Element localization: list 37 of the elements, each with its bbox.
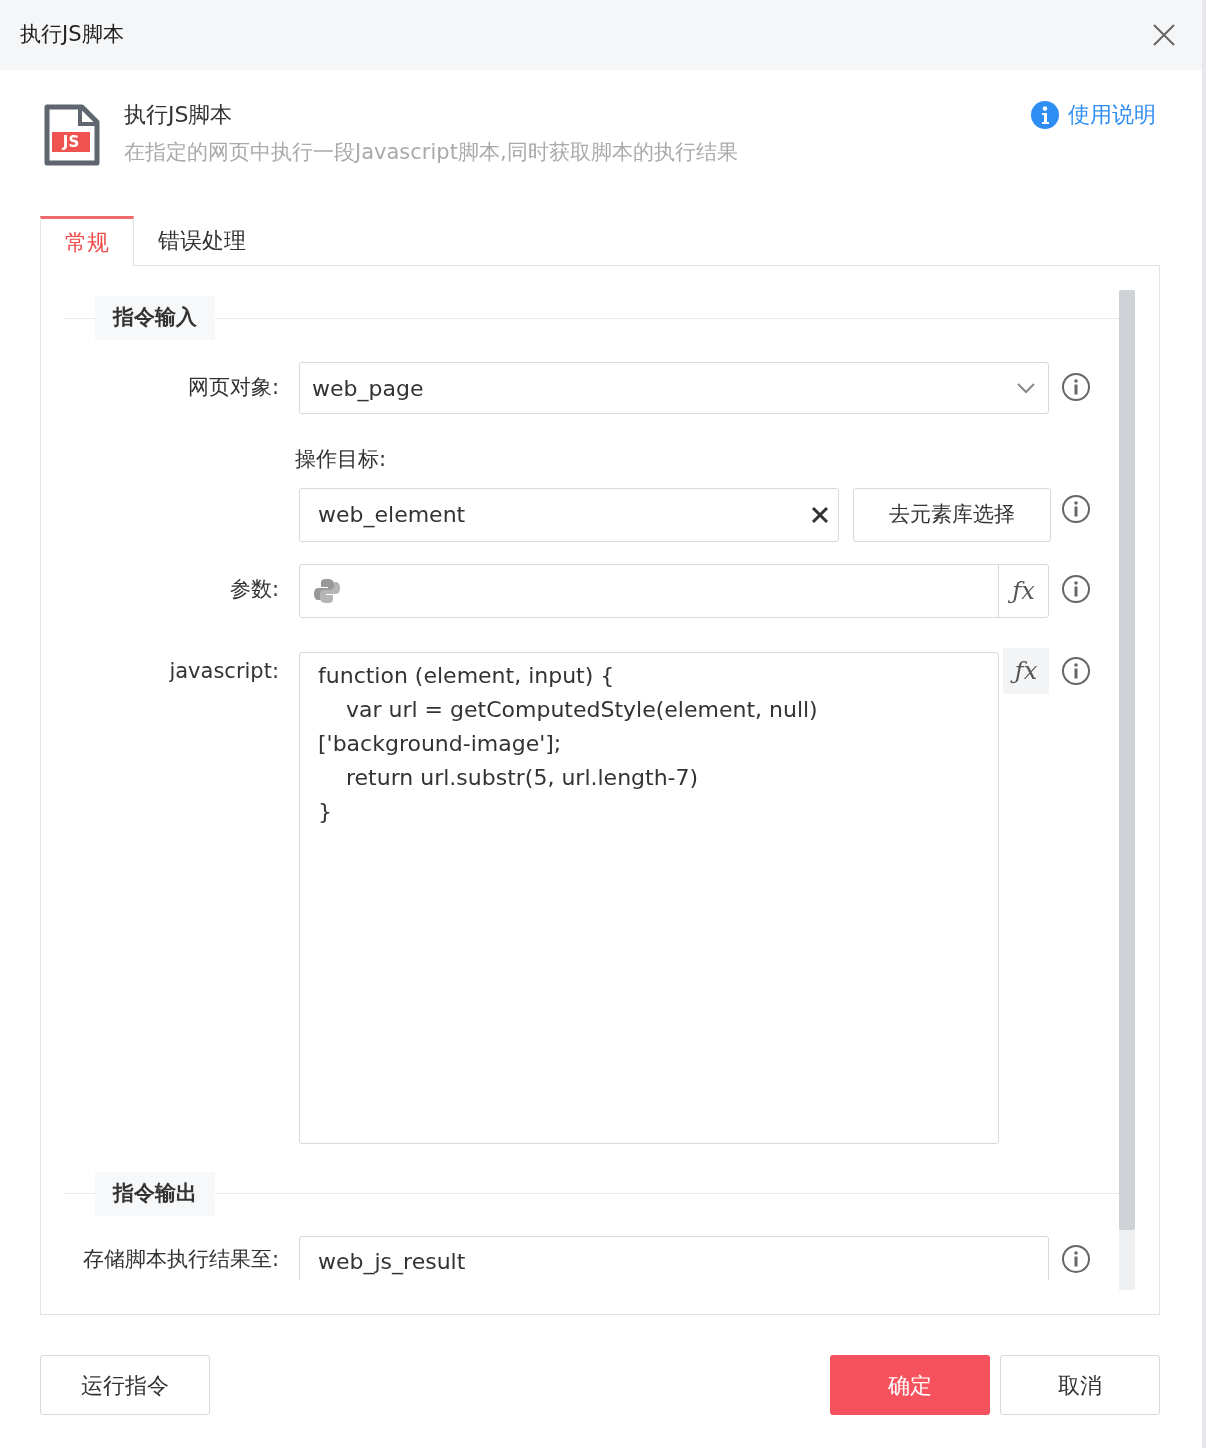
parameter-field[interactable]: ƒx bbox=[299, 563, 1049, 618]
clear-icon[interactable] bbox=[810, 504, 830, 525]
field-label: 网页对象: bbox=[187, 374, 279, 401]
js-file-icon: JS bbox=[44, 104, 100, 166]
info-icon bbox=[1061, 573, 1091, 604]
field-label: javascript: bbox=[169, 657, 279, 685]
code-line: var url = getComputedStyle(element, null) bbox=[344, 695, 819, 724]
cancel-button[interactable]: 取消 bbox=[1000, 1355, 1160, 1415]
info-icon bbox=[1030, 99, 1060, 130]
run-button[interactable]: 运行指令 bbox=[40, 1355, 210, 1415]
info-icon bbox=[1061, 494, 1091, 524]
formula-button[interactable]: ƒx bbox=[1003, 647, 1049, 694]
info-icon bbox=[1061, 372, 1091, 402]
code-line: function (element, input) { bbox=[318, 661, 616, 690]
info-icon bbox=[1061, 655, 1091, 686]
section-title: 指令输入 bbox=[95, 296, 215, 340]
chevron-down-icon bbox=[1016, 382, 1036, 394]
scrollbar[interactable] bbox=[1119, 290, 1135, 1290]
code-line: ['background-image']; bbox=[318, 729, 563, 758]
field-label: 参数: bbox=[229, 575, 279, 603]
target-field[interactable]: web_element bbox=[299, 487, 839, 542]
section-title: 指令输出 bbox=[95, 1171, 215, 1216]
field-label: 操作目标: bbox=[295, 446, 388, 473]
web-page-select[interactable]: web_page bbox=[299, 362, 1049, 414]
element-library-button[interactable]: 去元素库选择 bbox=[853, 487, 1051, 542]
action-description: 在指定的网页中执行一段Javascript脚本,同时获取脚本的执行结果 bbox=[124, 139, 739, 166]
window-title: 执行JS脚本 bbox=[20, 21, 124, 49]
formula-button[interactable]: ƒx bbox=[998, 564, 1048, 617]
tab[interactable]: 常规 bbox=[40, 216, 134, 266]
code-editor[interactable]: function (element, input) { var url = getComputedStyle(element, null) ['background-image']; return url.substr(5, url.length-7) } bbox=[299, 651, 1000, 1144]
field-label: 存储脚本执行结果至: bbox=[82, 1245, 279, 1273]
code-line: } bbox=[318, 797, 333, 826]
action-title: 执行JS脚本 bbox=[124, 101, 234, 129]
info-icon bbox=[1061, 1243, 1091, 1274]
code-line: return url.substr(5, url.length-7) bbox=[344, 763, 700, 792]
output-variable-field[interactable]: web_js_result bbox=[299, 1235, 1049, 1280]
tab[interactable]: 错误处理 bbox=[134, 215, 270, 265]
